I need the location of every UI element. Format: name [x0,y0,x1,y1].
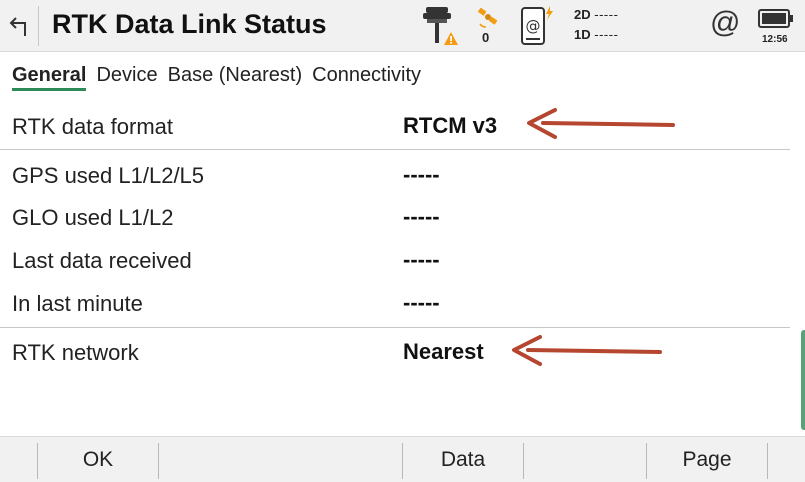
toolbar-divider [523,443,524,479]
page-title: RTK Data Link Status [52,9,327,39]
controller-internet-icon[interactable]: @ [518,4,558,48]
ok-button[interactable]: OK [38,437,158,482]
internet-at-icon[interactable]: @ [710,6,740,40]
in-last-minute-row: In last minute ----- [0,283,790,323]
satellite-icon[interactable] [476,6,502,30]
rtk-network-value: Nearest [403,339,484,364]
gnss-receiver-warning-icon[interactable] [420,5,460,47]
annotation-arrow-icon [527,108,675,139]
divider [0,149,790,150]
gps-used-value: ----- [403,162,440,187]
glo-used-row: GLO used L1/L2 ----- [0,197,790,237]
last-data-received-row: Last data received ----- [0,240,790,280]
back-arrow-icon[interactable] [8,12,36,40]
tab-base-nearest[interactable]: Base (Nearest) [168,64,303,91]
page-button[interactable]: Page [647,437,767,482]
rtk-network-row: RTK network Nearest [0,332,790,372]
scroll-edge-indicator [801,330,805,430]
rtk-data-format-label: RTK data format [12,114,173,139]
glo-used-label: GLO used L1/L2 [12,205,174,230]
title-bar: RTK Data Link Status 0 @ 2D ----- 1D ---… [0,0,805,52]
tab-device[interactable]: Device [96,64,157,91]
in-last-minute-value: ----- [403,290,440,315]
glo-used-value: ----- [403,204,440,229]
tab-bar: General Device Base (Nearest) Connectivi… [12,64,421,94]
gps-used-label: GPS used L1/L2/L5 [12,163,205,188]
bottom-toolbar: OK Data Page [0,436,805,482]
precision-1d: 1D ----- [574,27,619,42]
last-data-received-value: ----- [403,247,440,272]
toolbar-divider [158,443,159,479]
last-data-received-label: Last data received [12,248,192,273]
svg-text:@: @ [526,17,541,35]
clock-time: 12:56 [762,34,788,45]
tab-general[interactable]: General [12,64,87,91]
rtk-network-label: RTK network [12,340,139,365]
battery-icon[interactable] [758,8,794,30]
gps-used-row: GPS used L1/L2/L5 ----- [0,155,790,195]
in-last-minute-label: In last minute [12,291,143,316]
precision-2d: 2D ----- [574,7,619,22]
data-button[interactable]: Data [403,437,523,482]
rtk-data-format-value: RTCM v3 [403,113,498,138]
annotation-arrow-icon [512,335,662,366]
tab-connectivity[interactable]: Connectivity [312,64,421,91]
divider [0,327,790,328]
toolbar-divider [767,443,768,479]
header-divider [38,6,39,46]
satellites-used-count: 0 [482,30,490,45]
